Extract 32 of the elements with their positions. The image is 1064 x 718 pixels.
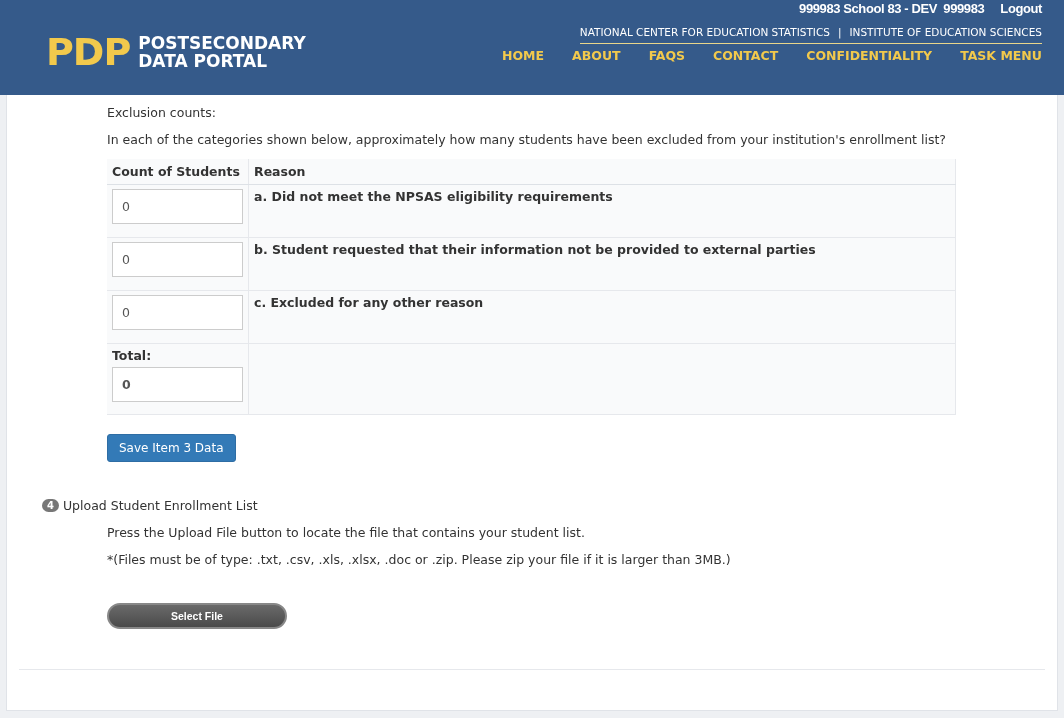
count-input[interactable]: 0 <box>112 295 243 330</box>
question-text: In each of the categories shown below, approximately how many students have been excluded from your institution's enrollment list? <box>107 132 947 147</box>
user-info: 999983 School 83 - DEV 999983 <box>799 1 985 16</box>
nav-link[interactable]: FAQS <box>648 48 686 63</box>
nav-link[interactable]: TASK MENU <box>960 48 1042 63</box>
total-input[interactable]: 0 <box>112 367 243 402</box>
total-label: Total: <box>112 348 153 363</box>
select-file-button[interactable]: Select File <box>107 603 287 629</box>
nav-link[interactable]: HOME <box>502 48 545 63</box>
column-header: Count of Students <box>107 159 249 185</box>
nav-link[interactable]: CONFIDENTIALITY <box>806 48 933 63</box>
logo-mark: PDP <box>46 33 131 71</box>
section-title: Exclusion counts: <box>107 105 217 120</box>
column-header: Reason <box>248 159 956 185</box>
nav-link[interactable]: ABOUT <box>572 48 621 63</box>
step-badge: 4 <box>42 499 59 512</box>
logo-text: POSTSECONDARY <box>138 34 306 52</box>
agency-link[interactable]: INSTITUTE OF EDUCATION SCIENCES <box>849 26 1042 38</box>
agency-link[interactable]: NATIONAL CENTER FOR EDUCATION STATISTICS <box>579 26 830 38</box>
table-cell: c. Excluded for any other reason <box>248 290 956 344</box>
table-cell: a. Did not meet the NPSAS eligibility requirements <box>248 184 956 238</box>
save-button[interactable]: Save Item 3 Data <box>107 434 236 462</box>
step-title: Upload Student Enrollment List <box>62 498 258 513</box>
logout-link[interactable]: Logout <box>1000 1 1042 16</box>
file-note: *(Files must be of type: .txt, .csv, .xls, .xlsx, .doc or .zip. Please zip your file if it is larger than 3MB.) <box>107 552 732 567</box>
nav-link[interactable]: CONTACT <box>713 48 779 63</box>
table-cell: b. Student requested that their information not be provided to external parties <box>248 237 956 291</box>
count-input[interactable]: 0 <box>112 242 243 277</box>
separator: | <box>837 26 842 38</box>
instruction-text: Press the Upload File button to locate the file that contains your student list. <box>107 525 586 540</box>
count-input[interactable]: 0 <box>112 189 243 224</box>
logo-text: DATA PORTAL <box>138 52 269 70</box>
